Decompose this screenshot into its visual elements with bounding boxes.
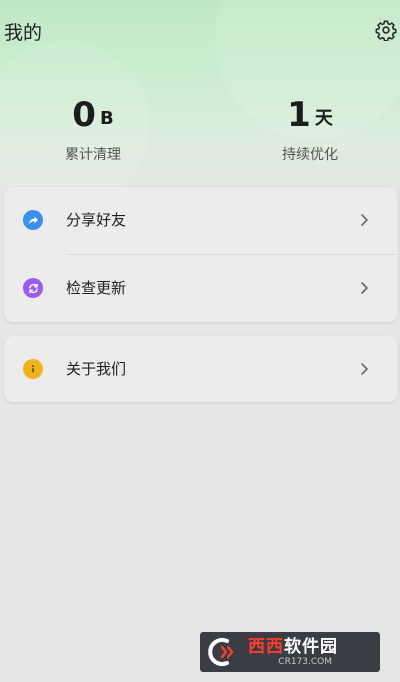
- stat-label: 持续优化: [282, 147, 338, 163]
- menu-item-share[interactable]: 分享好友: [4, 187, 398, 253]
- stat-number: 1: [287, 95, 311, 135]
- refresh-icon: [23, 278, 43, 298]
- menu-item-label: 分享好友: [66, 211, 127, 229]
- stat-optimization-days: 1 天 持续优化: [250, 92, 370, 164]
- watermark-text: 西西软件园 CR173.COM: [244, 637, 338, 668]
- menu-item-label: 关于我们: [66, 360, 127, 378]
- stat-value: 0 B: [33, 92, 153, 134]
- watermark-brand: 西西软件园: [248, 637, 338, 657]
- stat-unit: B: [99, 108, 114, 129]
- page-title: 我的: [4, 22, 43, 44]
- gear-icon: [375, 20, 397, 41]
- chevron-right-icon: [361, 363, 368, 375]
- menu-item-check-update[interactable]: 检查更新: [4, 255, 398, 321]
- settings-button[interactable]: [373, 17, 399, 43]
- stat-value: 1 天: [250, 92, 370, 134]
- menu-card-secondary: 关于我们: [4, 336, 398, 402]
- menu-item-label: 检查更新: [66, 279, 127, 297]
- watermark-brand-white: 软件园: [284, 636, 338, 657]
- menu-card-primary: 分享好友 检查更新: [4, 187, 398, 322]
- watermark-brand-red: 西西: [248, 636, 284, 657]
- watermark-domain: CR173.COM: [278, 656, 332, 667]
- stat-unit: 天: [314, 108, 333, 129]
- chevron-right-icon: [361, 214, 368, 226]
- chevron-right-icon: [361, 282, 368, 294]
- stat-number: 0: [72, 95, 96, 135]
- watermark-mark-icon: [200, 632, 244, 672]
- stat-label: 累计清理: [65, 147, 121, 163]
- share-icon: [23, 210, 43, 230]
- stat-total-cleaned: 0 B 累计清理: [33, 92, 153, 164]
- info-icon: [23, 359, 43, 379]
- watermark-logo: 西西软件园 CR173.COM: [200, 632, 380, 672]
- menu-item-about-us[interactable]: 关于我们: [4, 336, 398, 402]
